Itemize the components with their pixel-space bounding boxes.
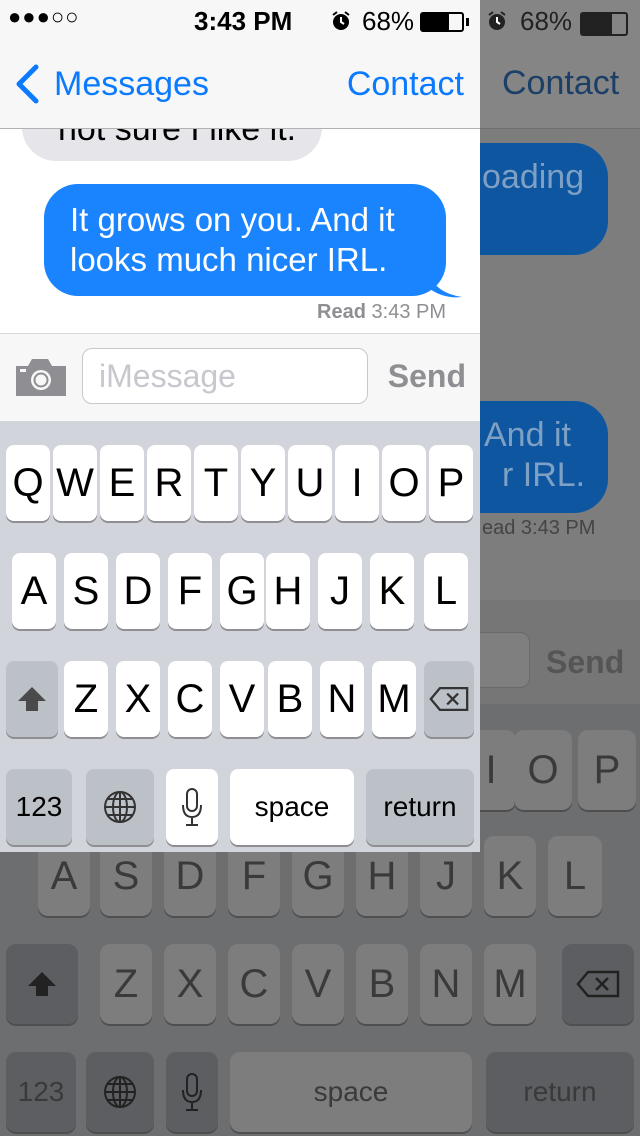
key-y[interactable]: Y bbox=[241, 445, 285, 521]
bg-key: N bbox=[420, 944, 472, 1024]
globe-icon bbox=[104, 791, 136, 823]
key-i[interactable]: I bbox=[335, 445, 379, 521]
bg-key: O bbox=[514, 730, 572, 810]
key-c[interactable]: C bbox=[168, 661, 212, 737]
numbers-key[interactable]: 123 bbox=[6, 769, 72, 845]
imessage-input[interactable] bbox=[82, 348, 368, 404]
bg-key: C bbox=[228, 944, 280, 1024]
key-r[interactable]: R bbox=[147, 445, 191, 521]
bg-battery-icon bbox=[580, 12, 628, 36]
chevron-left-icon bbox=[16, 64, 39, 104]
key-v[interactable]: V bbox=[220, 661, 264, 737]
bg-contact-label: Contact bbox=[502, 64, 620, 102]
globe-key[interactable] bbox=[86, 769, 154, 845]
key-b[interactable]: B bbox=[268, 661, 312, 737]
outgoing-message-text: It grows on you. And it looks much nicer… bbox=[70, 201, 395, 278]
bg-backspace-icon bbox=[562, 944, 634, 1024]
bubble-tail bbox=[430, 275, 462, 298]
battery-tip bbox=[466, 18, 469, 26]
bg-bubble-2-text-a: And it bbox=[484, 416, 571, 454]
shift-icon bbox=[18, 687, 46, 711]
bg-key: V bbox=[292, 944, 344, 1024]
bg-key-123: 123 bbox=[6, 1052, 76, 1132]
bg-key: B bbox=[356, 944, 408, 1024]
message-input-bar: Send bbox=[0, 333, 480, 422]
bg-key: K bbox=[484, 836, 536, 916]
messages-screen: ●●●○○ 3:43 PM 68% Messages Contact not s… bbox=[0, 0, 480, 852]
dictation-key[interactable] bbox=[166, 769, 218, 845]
bg-bubble-2-text-b: r IRL. bbox=[502, 456, 586, 494]
bg-space-key: space bbox=[230, 1052, 472, 1132]
key-w[interactable]: W bbox=[53, 445, 97, 521]
key-n[interactable]: N bbox=[320, 661, 364, 737]
key-o[interactable]: O bbox=[382, 445, 426, 521]
bg-globe-icon bbox=[86, 1052, 154, 1132]
battery-percent: 68% bbox=[362, 6, 415, 36]
bg-battery-percent: 68% bbox=[520, 6, 573, 36]
status-time: 3:43 PM bbox=[194, 6, 293, 36]
bg-bubble-1-text: oading bbox=[482, 158, 585, 196]
key-j[interactable]: J bbox=[318, 553, 362, 629]
read-time: 3:43 PM bbox=[371, 301, 446, 323]
key-l[interactable]: L bbox=[424, 553, 468, 629]
battery-icon bbox=[420, 12, 464, 32]
key-z[interactable]: Z bbox=[64, 661, 108, 737]
bg-alarm-icon bbox=[488, 11, 506, 30]
key-g[interactable]: G bbox=[220, 553, 264, 629]
back-button[interactable]: Messages bbox=[14, 62, 209, 106]
bg-shift-icon bbox=[6, 944, 78, 1024]
send-button[interactable]: Send bbox=[388, 358, 466, 395]
key-t[interactable]: T bbox=[194, 445, 238, 521]
bg-send-label: Send bbox=[546, 644, 625, 680]
microphone-icon bbox=[182, 788, 202, 826]
bg-key: Z bbox=[100, 944, 152, 1024]
navigation-bar: Messages Contact bbox=[0, 40, 480, 129]
bg-read-receipt: ead 3:43 PM bbox=[482, 517, 596, 539]
contact-button[interactable]: Contact bbox=[347, 62, 464, 106]
space-key[interactable]: space bbox=[230, 769, 354, 845]
bg-mic-icon bbox=[166, 1052, 218, 1132]
alarm-clock-icon bbox=[332, 11, 350, 30]
keyboard: Q W E R T Y U I O P A S D F G H J K L Z … bbox=[0, 421, 480, 852]
key-k[interactable]: K bbox=[370, 553, 414, 629]
back-button-label: Messages bbox=[54, 64, 209, 103]
key-x[interactable]: X bbox=[116, 661, 160, 737]
backspace-icon bbox=[429, 686, 469, 712]
read-label: Read bbox=[317, 301, 366, 323]
camera-icon[interactable] bbox=[14, 356, 68, 398]
backspace-key[interactable] bbox=[424, 661, 474, 737]
signal-strength: ●●●○○ bbox=[8, 4, 80, 29]
return-key[interactable]: return bbox=[366, 769, 474, 845]
key-d[interactable]: D bbox=[116, 553, 160, 629]
outgoing-message-bubble[interactable]: It grows on you. And it looks much nicer… bbox=[44, 184, 446, 296]
incoming-message-text: not sure I like it. bbox=[58, 129, 297, 148]
key-p[interactable]: P bbox=[429, 445, 473, 521]
key-h[interactable]: H bbox=[266, 553, 310, 629]
shift-key[interactable] bbox=[6, 661, 58, 737]
key-a[interactable]: A bbox=[12, 553, 56, 629]
bg-return-key: return bbox=[486, 1052, 634, 1132]
status-bar: ●●●○○ 3:43 PM 68% bbox=[0, 0, 480, 40]
read-receipt: Read 3:43 PM bbox=[317, 301, 446, 324]
bg-key: M bbox=[484, 944, 536, 1024]
key-u[interactable]: U bbox=[288, 445, 332, 521]
bg-key: P bbox=[578, 730, 636, 810]
key-f[interactable]: F bbox=[168, 553, 212, 629]
bg-key: X bbox=[164, 944, 216, 1024]
bg-key: L bbox=[548, 836, 602, 916]
key-m[interactable]: M bbox=[372, 661, 416, 737]
key-e[interactable]: E bbox=[100, 445, 144, 521]
key-q[interactable]: Q bbox=[6, 445, 50, 521]
key-s[interactable]: S bbox=[64, 553, 108, 629]
conversation-area[interactable]: not sure I like it. It grows on you. And… bbox=[0, 129, 480, 333]
